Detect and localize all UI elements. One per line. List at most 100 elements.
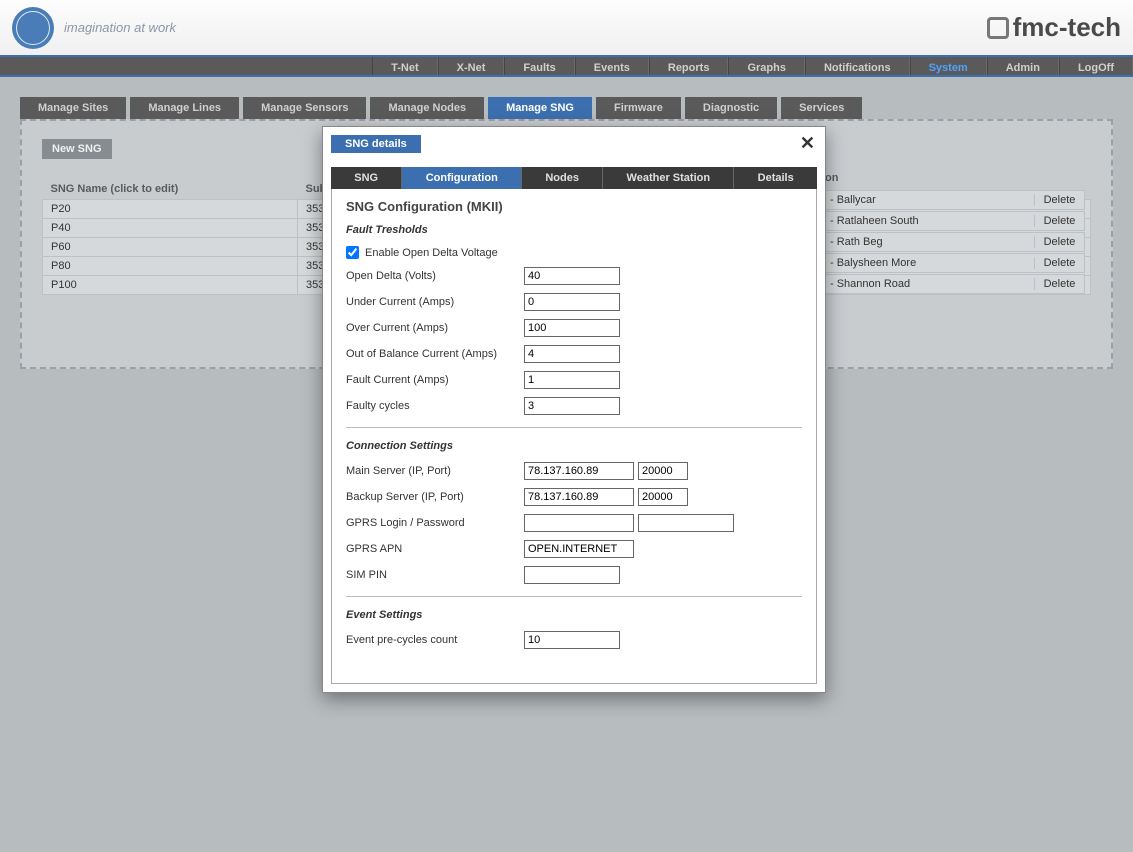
enable-open-delta-checkbox[interactable] — [346, 246, 359, 259]
table-row: - Shannon RoadDelete — [825, 274, 1085, 294]
nav-faults[interactable]: Faults — [504, 57, 574, 75]
apn-row: GPRS APN — [346, 540, 802, 558]
enable-open-delta-row: Enable Open Delta Voltage — [346, 246, 802, 259]
nav-notifications[interactable]: Notifications — [805, 57, 910, 75]
pre-cycles-label: Event pre-cycles count — [346, 634, 524, 646]
modal-tab-configuration[interactable]: Configuration — [402, 167, 522, 189]
subnav-manage-sites[interactable]: Manage Sites — [20, 97, 126, 119]
fault-field-input[interactable] — [524, 319, 620, 337]
location-cell: - Balysheen More — [826, 257, 1034, 269]
subnav-diagnostic[interactable]: Diagnostic — [685, 97, 777, 119]
fault-field-label: Under Current (Amps) — [346, 296, 524, 308]
backup-server-port-input[interactable] — [638, 488, 688, 506]
fault-field-row: Under Current (Amps) — [346, 293, 802, 311]
fault-field-row: Faulty cycles — [346, 397, 802, 415]
main-server-label: Main Server (IP, Port) — [346, 465, 524, 477]
modal-tabs: SNGConfigurationNodesWeather StationDeta… — [331, 167, 817, 189]
modal-title: SNG details — [331, 135, 421, 153]
nav-graphs[interactable]: Graphs — [728, 57, 805, 75]
fault-field-row: Over Current (Amps) — [346, 319, 802, 337]
fmc-text: fmc-tech — [1013, 12, 1121, 43]
col-location: on — [825, 172, 838, 184]
delete-link[interactable]: Delete — [1034, 236, 1084, 248]
subnav-manage-nodes[interactable]: Manage Nodes — [370, 97, 484, 119]
modal-body: SNG Configuration (MKII) Fault Tresholds… — [331, 189, 817, 684]
delete-link[interactable]: Delete — [1034, 194, 1084, 206]
gprs-login-row: GPRS Login / Password — [346, 514, 802, 532]
sng-name-cell[interactable]: P60 — [43, 238, 298, 257]
subnav-firmware[interactable]: Firmware — [596, 97, 681, 119]
gprs-password-input[interactable] — [638, 514, 734, 532]
delete-link[interactable]: Delete — [1034, 278, 1084, 290]
nav-logoff[interactable]: LogOff — [1059, 57, 1133, 75]
fault-field-label: Open Delta (Volts) — [346, 270, 524, 282]
modal-tab-sng[interactable]: SNG — [331, 167, 402, 189]
subnav-services[interactable]: Services — [781, 97, 862, 119]
right-rows-group: - BallycarDelete- Ratlaheen SouthDelete-… — [825, 190, 1085, 295]
delete-link[interactable]: Delete — [1034, 215, 1084, 227]
sng-details-modal: SNG details ✕ SNGConfigurationNodesWeath… — [322, 126, 826, 693]
ge-logo — [12, 7, 54, 49]
apn-input[interactable] — [524, 540, 634, 558]
table-row: - Ratlaheen SouthDelete — [825, 211, 1085, 231]
nav-reports[interactable]: Reports — [649, 57, 729, 75]
sng-name-cell[interactable]: P80 — [43, 257, 298, 276]
subnav-manage-sensors[interactable]: Manage Sensors — [243, 97, 366, 119]
modal-tab-weather-station[interactable]: Weather Station — [603, 167, 734, 189]
table-row: - Balysheen MoreDelete — [825, 253, 1085, 273]
fault-field-input[interactable] — [524, 371, 620, 389]
fault-field-input[interactable] — [524, 293, 620, 311]
sim-input[interactable] — [524, 566, 620, 584]
main-server-row: Main Server (IP, Port) — [346, 462, 802, 480]
nav-admin[interactable]: Admin — [987, 57, 1059, 75]
fault-field-label: Faulty cycles — [346, 400, 524, 412]
fault-field-label: Over Current (Amps) — [346, 322, 524, 334]
location-cell: - Shannon Road — [826, 278, 1034, 290]
fault-field-label: Out of Balance Current (Amps) — [346, 348, 524, 360]
sng-name-cell[interactable]: P20 — [43, 200, 298, 219]
modal-tab-details[interactable]: Details — [734, 167, 817, 189]
sng-name-cell[interactable]: P100 — [43, 276, 298, 295]
backup-server-label: Backup Server (IP, Port) — [346, 491, 524, 503]
location-cell: - Ratlaheen South — [826, 215, 1034, 227]
enable-open-delta-label: Enable Open Delta Voltage — [365, 247, 498, 259]
ge-brand: imagination at work — [12, 7, 176, 49]
modal-tab-nodes[interactable]: Nodes — [522, 167, 603, 189]
fault-field-input[interactable] — [524, 397, 620, 415]
divider — [346, 427, 802, 428]
conn-section-title: Connection Settings — [346, 440, 802, 452]
delete-link[interactable]: Delete — [1034, 257, 1084, 269]
nav-system[interactable]: System — [910, 57, 987, 75]
fmc-box-icon — [987, 17, 1009, 39]
backup-server-ip-input[interactable] — [524, 488, 634, 506]
fault-field-row: Open Delta (Volts) — [346, 267, 802, 285]
fault-field-input[interactable] — [524, 345, 620, 363]
fault-field-row: Out of Balance Current (Amps) — [346, 345, 802, 363]
header: imagination at work fmc-tech — [0, 0, 1133, 55]
event-section-title: Event Settings — [346, 609, 802, 621]
sng-name-cell[interactable]: P40 — [43, 219, 298, 238]
fault-section-title: Fault Tresholds — [346, 224, 802, 236]
close-icon[interactable]: ✕ — [800, 133, 815, 154]
location-cell: - Ballycar — [826, 194, 1034, 206]
table-row: - BallycarDelete — [825, 190, 1085, 210]
main-server-ip-input[interactable] — [524, 462, 634, 480]
divider — [346, 596, 802, 597]
fault-field-label: Fault Current (Amps) — [346, 374, 524, 386]
new-sng-button[interactable]: New SNG — [42, 139, 112, 159]
apn-label: GPRS APN — [346, 543, 524, 555]
sim-label: SIM PIN — [346, 569, 524, 581]
pre-cycles-input[interactable] — [524, 631, 620, 649]
location-cell: - Rath Beg — [826, 236, 1034, 248]
sim-row: SIM PIN — [346, 566, 802, 584]
nav-t-net[interactable]: T-Net — [372, 57, 438, 75]
gprs-login-label: GPRS Login / Password — [346, 517, 524, 529]
tagline: imagination at work — [64, 20, 176, 35]
gprs-login-input[interactable] — [524, 514, 634, 532]
nav-x-net[interactable]: X-Net — [438, 57, 505, 75]
main-server-port-input[interactable] — [638, 462, 688, 480]
fault-field-input[interactable] — [524, 267, 620, 285]
nav-events[interactable]: Events — [575, 57, 649, 75]
subnav-manage-sng[interactable]: Manage SNG — [488, 97, 592, 119]
subnav-manage-lines[interactable]: Manage Lines — [130, 97, 239, 119]
